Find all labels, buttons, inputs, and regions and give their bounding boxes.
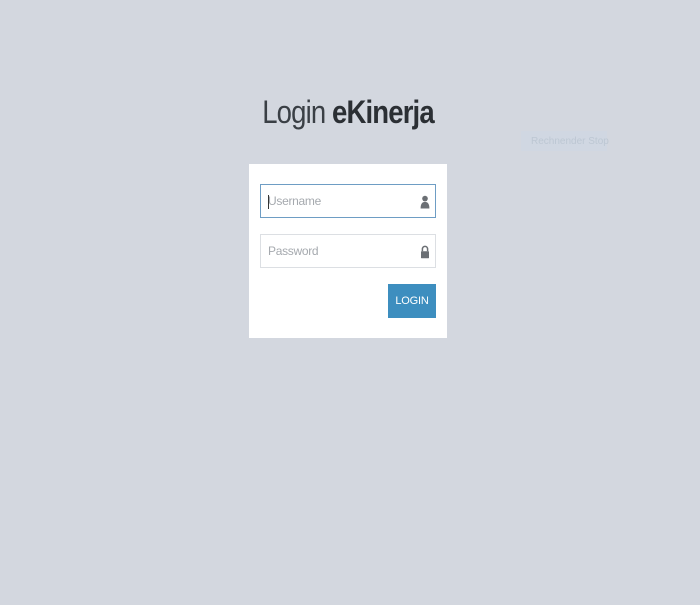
faded-badge: Rechnender Stop xyxy=(521,131,609,151)
username-input[interactable] xyxy=(261,185,435,217)
badge-label: Rechnender Stop xyxy=(531,135,609,147)
password-field-wrapper xyxy=(260,234,436,268)
title-app-name: eKinerja xyxy=(332,94,435,130)
lock-icon xyxy=(420,245,430,259)
page-title: Login eKinerja xyxy=(49,94,648,131)
password-input[interactable] xyxy=(261,235,435,267)
user-icon xyxy=(420,195,430,209)
title-login-word: Login xyxy=(262,94,326,130)
text-cursor xyxy=(268,195,269,209)
login-button[interactable]: LOGIN xyxy=(388,284,436,318)
username-field-wrapper xyxy=(260,184,436,218)
login-page: Login eKinerja Rechnender Stop Username … xyxy=(0,0,700,605)
login-card: LOGIN xyxy=(249,164,447,338)
